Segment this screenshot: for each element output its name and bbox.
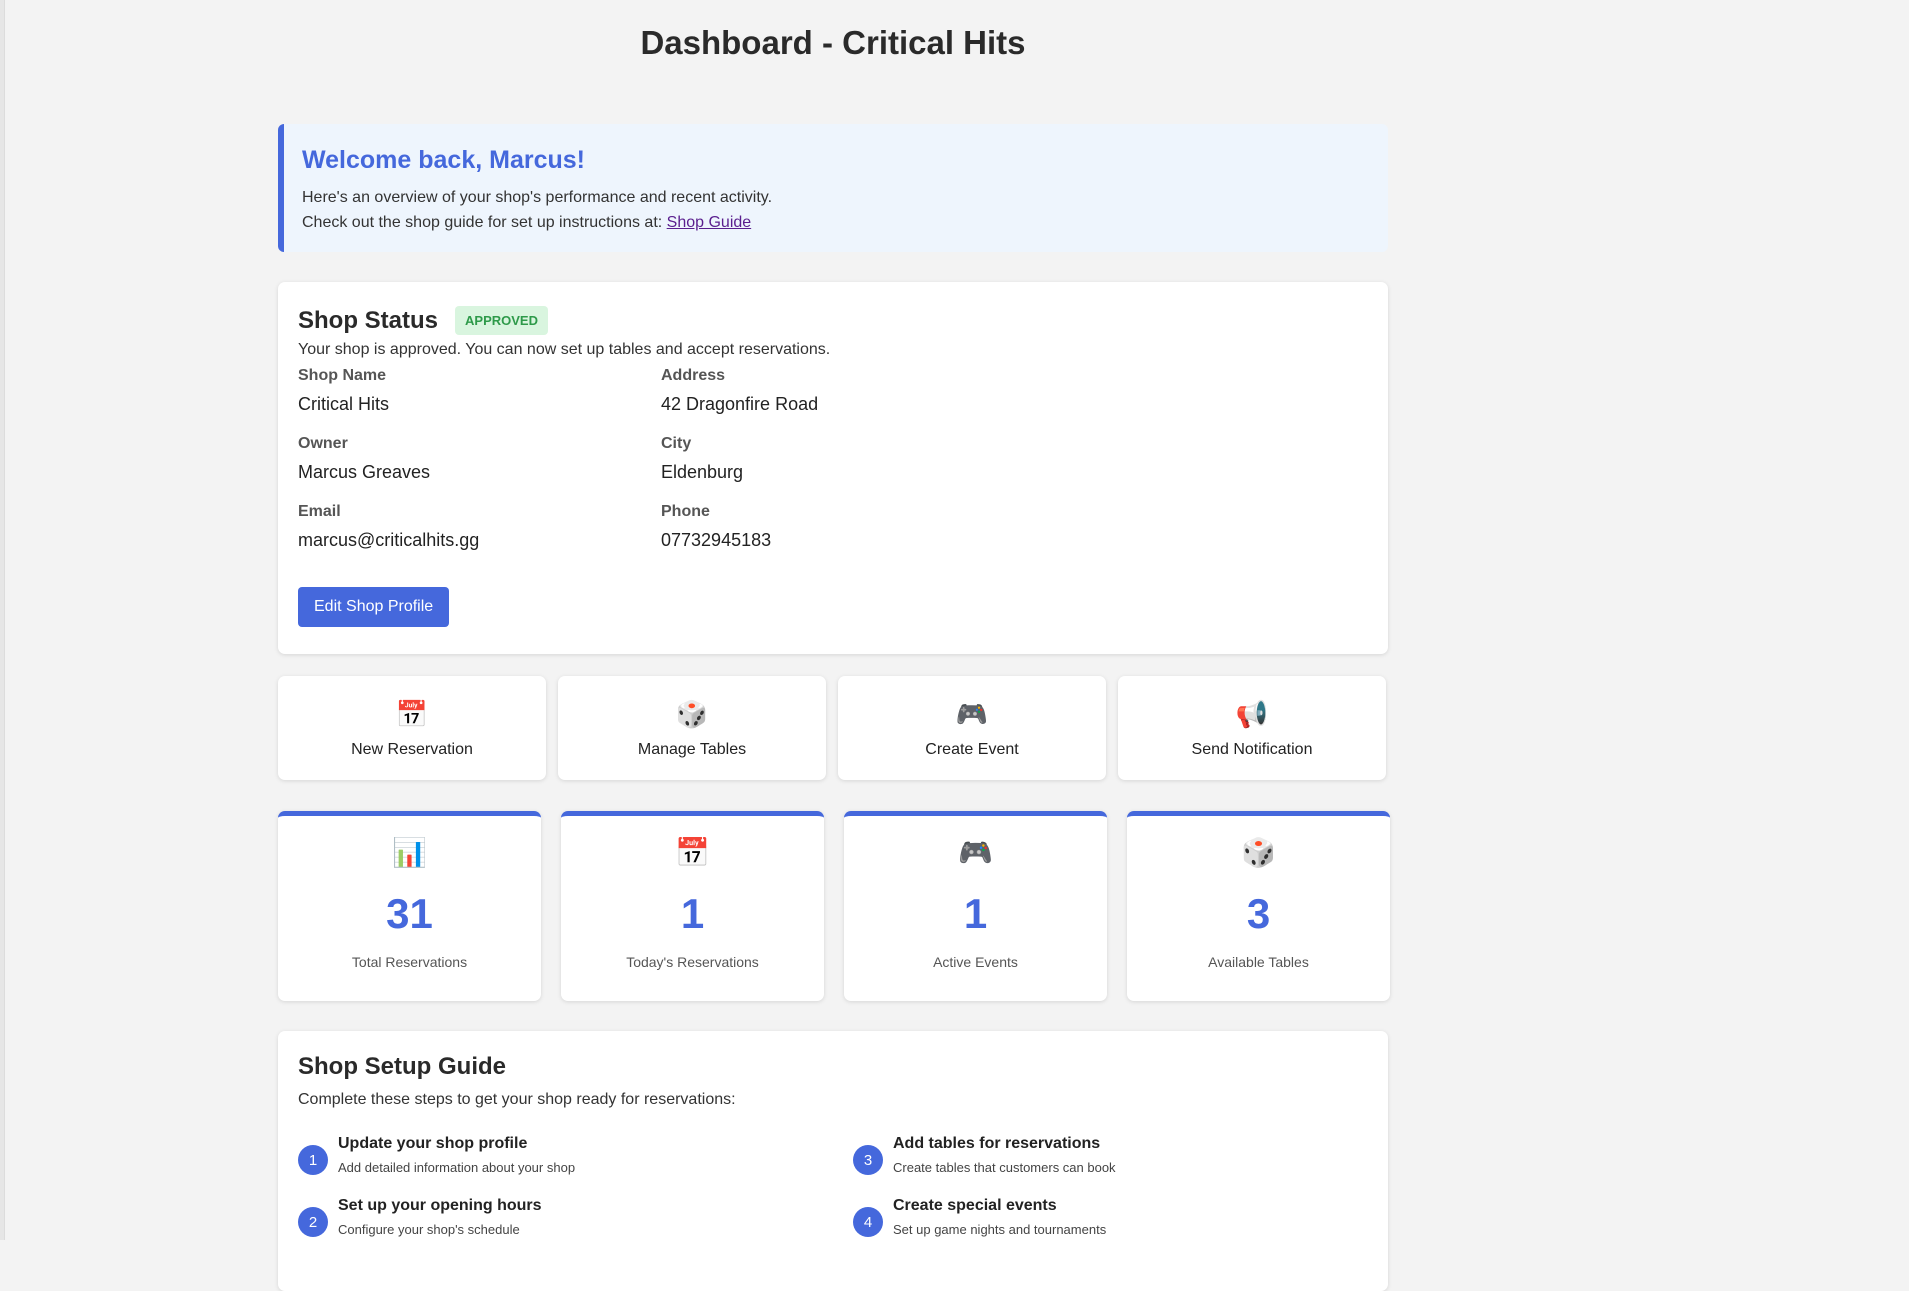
setup-guide-heading: Shop Setup Guide [298,1053,506,1080]
stat-total-reservations: 📊 31 Total Reservations [278,811,541,1001]
stat-value: 31 [386,890,433,937]
stat-label: Today's Reservations [626,954,759,970]
info-value: Critical Hits [298,394,390,414]
stat-active-events: 🎮 1 Active Events [844,811,1107,1001]
step-description: Set up game nights and tournaments [893,1222,1107,1237]
step-title: Set up your opening hours [338,1197,542,1214]
info-email: Email marcus@criticalhits.gg [298,503,661,551]
quick-actions: 📅 New Reservation 🎲 Manage Tables 🎮 Crea… [278,676,1388,780]
welcome-line-2: Check out the shop guide for set up inst… [302,210,1364,235]
stat-label: Available Tables [1208,954,1309,970]
stat-value: 1 [963,890,988,937]
info-value: Marcus Greaves [298,462,431,482]
shop-status-header: Shop Status APPROVED [298,306,1368,335]
calendar-icon: 📅 [395,699,429,729]
step-description: Add detailed information about your shop [338,1160,576,1175]
action-label: New Reservation [351,741,473,758]
welcome-heading: Welcome back, Marcus! [302,146,585,174]
info-value: 42 Dragonfire Road [661,394,819,414]
stat-available-tables: 🎲 3 Available Tables [1127,811,1390,1001]
info-value: Eldenburg [661,462,744,482]
step-number: 2 [298,1207,328,1237]
welcome-line-1: Here's an overview of your shop's perfor… [302,189,773,206]
welcome-line-2-text: Check out the shop guide for set up inst… [302,214,667,231]
step-text: Create special events Set up game nights… [893,1197,1106,1237]
stat-todays-reservations: 📅 1 Today's Reservations [561,811,824,1001]
dice-icon: 🎲 [1241,837,1276,868]
create-event-button[interactable]: 🎮 Create Event [838,676,1106,780]
info-label: City [661,435,692,452]
step-title: Update your shop profile [338,1135,528,1152]
info-shop-name: Shop Name Critical Hits [298,367,661,415]
info-label: Address [661,367,726,384]
shop-status-card: Shop Status APPROVED Your shop is approv… [278,282,1388,654]
stat-label: Total Reservations [351,954,468,970]
manage-tables-button[interactable]: 🎲 Manage Tables [558,676,826,780]
step-number: 4 [853,1207,883,1237]
shop-status-message: Your shop is approved. You can now set u… [298,341,831,358]
megaphone-icon: 📢 [1235,699,1269,729]
step-text: Add tables for reservations Create table… [893,1135,1116,1175]
setup-step: 3 Add tables for reservations Create tab… [853,1135,1353,1175]
stat-value: 3 [1246,890,1271,937]
stat-value: 1 [680,890,705,937]
step-description: Create tables that customers can book [893,1160,1116,1175]
bar-chart-icon: 📊 [392,837,427,868]
setup-guide-subtitle: Complete these steps to get your shop re… [298,1091,736,1108]
status-badge: APPROVED [455,306,548,335]
setup-step: 2 Set up your opening hours Configure yo… [298,1197,853,1237]
info-label: Shop Name [298,367,387,384]
shop-info-grid: Shop Name Critical Hits Address 42 Drago… [298,367,1368,551]
gamepad-icon: 🎮 [958,837,993,868]
action-label: Create Event [925,741,1019,758]
step-number: 3 [853,1145,883,1175]
info-phone: Phone 07732945183 [661,503,1024,551]
shop-status-heading: Shop Status [298,306,439,334]
calendar-icon: 📅 [675,837,710,868]
info-value: marcus@criticalhits.gg [298,530,480,550]
setup-step: 4 Create special events Set up game nigh… [853,1197,1353,1237]
setup-steps: 1 Update your shop profile Add detailed … [298,1135,1368,1237]
shop-guide-link[interactable]: Shop Guide [667,214,752,231]
stats-row: 📊 31 Total Reservations 📅 1 Today's Rese… [278,811,1390,1001]
gamepad-icon: 🎮 [955,699,989,729]
step-title: Add tables for reservations [893,1135,1101,1152]
info-value: 07732945183 [661,530,772,550]
info-city: City Eldenburg [661,435,1024,483]
step-text: Update your shop profile Add detailed in… [338,1135,575,1175]
dice-icon: 🎲 [675,699,709,729]
info-label: Email [298,503,341,520]
info-address: Address 42 Dragonfire Road [661,367,1024,415]
edit-shop-profile-button[interactable]: Edit Shop Profile [298,587,450,627]
send-notification-button[interactable]: 📢 Send Notification [1118,676,1386,780]
info-label: Owner [298,435,348,452]
step-text: Set up your opening hours Configure your… [338,1197,542,1237]
new-reservation-button[interactable]: 📅 New Reservation [278,676,546,780]
step-description: Configure your shop's schedule [338,1222,520,1237]
action-label: Send Notification [1191,741,1313,758]
shop-setup-guide: Shop Setup Guide Complete these steps to… [278,1031,1388,1291]
action-label: Manage Tables [637,741,747,758]
info-label: Phone [661,503,710,520]
info-owner: Owner Marcus Greaves [298,435,661,483]
step-number: 1 [298,1145,328,1175]
dashboard-page: Dashboard - Critical Hits Welcome back, … [278,0,1390,1291]
left-edge-rule [0,0,5,1240]
page-title: Dashboard - Critical Hits [640,24,1026,61]
welcome-banner: Welcome back, Marcus! Here's an overview… [278,124,1388,252]
step-title: Create special events [893,1197,1057,1214]
stat-label: Active Events [933,954,1018,970]
setup-step: 1 Update your shop profile Add detailed … [298,1135,853,1175]
